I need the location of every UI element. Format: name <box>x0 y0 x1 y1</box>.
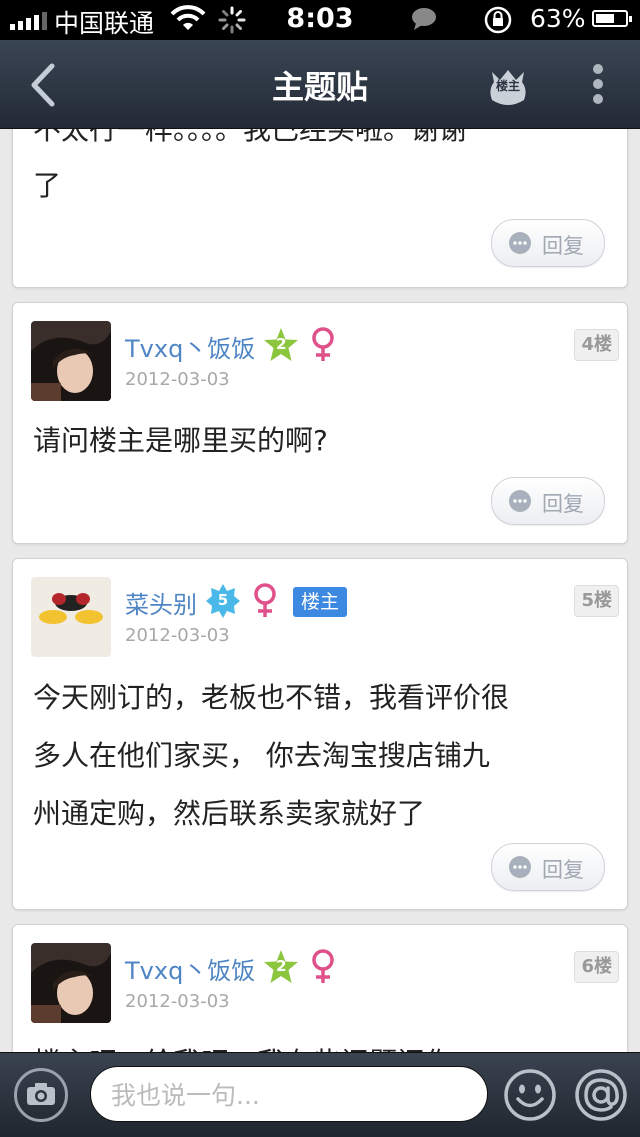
camera-button[interactable] <box>14 1068 68 1122</box>
username[interactable]: Tvxq丶饭饭 <box>125 329 255 364</box>
post-date: 2012-03-03 <box>125 369 230 390</box>
camera-icon <box>27 1083 55 1105</box>
compose-bar <box>0 1052 640 1137</box>
dot <box>593 64 603 74</box>
comment-icon <box>509 232 531 254</box>
post-card: 不太行一样。。。。我已经买啦。谢谢 了 回复 <box>12 129 628 288</box>
owner-label: 楼主 <box>495 79 520 93</box>
page-title: 主题贴 <box>271 68 368 106</box>
floor-number: 4楼 <box>574 329 619 361</box>
post-text-line: 今天刚订的，老板也不错，我看评价很 <box>33 681 510 714</box>
post-text: 今天刚订的，老板也不错，我看评价很 多人在他们家买， 你去淘宝搜店铺九 州通定购… <box>33 669 609 843</box>
female-icon <box>309 327 337 363</box>
post-text: 楼主吧，给我吧，我有些问题问你 <box>33 1035 609 1052</box>
dot <box>593 94 603 104</box>
comment-input[interactable] <box>109 1075 473 1115</box>
post-date: 2012-03-03 <box>125 991 230 1012</box>
navigation-bar: 主题贴 楼主 <box>0 40 640 129</box>
username[interactable]: Tvxq丶饭饭 <box>125 951 255 986</box>
user-avatar[interactable] <box>31 577 111 657</box>
post-text: 不太行一样。。。。我已经买啦。谢谢 了 <box>33 129 609 214</box>
user-avatar[interactable] <box>31 943 111 1023</box>
post-card: 菜头别 5 楼主 2012-03-03 5楼 今天刚订的，老板也不错，我看评价很… <box>12 558 628 910</box>
user-avatar[interactable] <box>31 321 111 401</box>
level-star-icon: 2 <box>263 327 299 363</box>
message-icon <box>412 8 436 30</box>
battery-percent: 63% <box>530 4 586 33</box>
comment-icon <box>509 856 531 878</box>
post-text-line: 不太行一样。。。。我已经买啦。谢谢 <box>33 129 468 146</box>
owner-only-button[interactable]: 楼主 <box>484 62 532 110</box>
post-list[interactable]: 不太行一样。。。。我已经买啦。谢谢 了 回复 Tvxq丶饭饭 2 2012-03… <box>0 129 640 1052</box>
post-card: Tvxq丶饭饭 2 2012-03-03 4楼 请问楼主是哪里买的啊? 回复 <box>12 302 628 544</box>
more-options-button[interactable] <box>586 64 610 108</box>
floor-number: 5楼 <box>574 585 619 617</box>
rotation-lock-icon <box>484 6 512 34</box>
post-text-line: 州通定购，然后联系卖家就好了 <box>33 797 426 830</box>
level-number: 5 <box>217 591 229 609</box>
floor-number: 6楼 <box>574 951 619 983</box>
level-star-icon: 2 <box>263 949 299 985</box>
reply-button[interactable]: 回复 <box>491 843 605 891</box>
status-bar: 中国联通 8:03 63% <box>0 0 640 40</box>
post-card: Tvxq丶饭饭 2 2012-03-03 6楼 楼主吧，给我吧，我有些问题问你 <box>12 924 628 1052</box>
reply-label: 回复 <box>542 858 584 882</box>
battery-icon <box>592 10 632 27</box>
mention-at-icon[interactable] <box>574 1068 628 1122</box>
owner-badge: 楼主 <box>293 587 348 617</box>
post-text-line: 多人在他们家买， 你去淘宝搜店铺九 <box>33 739 490 772</box>
level-star-icon: 5 <box>205 583 241 619</box>
reply-label: 回复 <box>542 492 584 516</box>
level-number: 2 <box>276 335 287 353</box>
reply-label: 回复 <box>542 234 584 258</box>
comment-input-wrapper <box>90 1066 488 1122</box>
post-text: 请问楼主是哪里买的啊? <box>33 424 328 457</box>
username[interactable]: 菜头别 <box>125 585 197 620</box>
comment-icon <box>509 490 531 512</box>
female-icon <box>251 583 279 619</box>
post-date: 2012-03-03 <box>125 625 230 646</box>
reply-button[interactable]: 回复 <box>491 477 605 525</box>
female-icon <box>309 949 337 985</box>
reply-button[interactable]: 回复 <box>491 219 605 267</box>
level-number: 2 <box>276 957 287 975</box>
post-text-line: 了 <box>33 169 62 202</box>
emoji-icon[interactable] <box>503 1068 557 1122</box>
dot <box>593 79 603 89</box>
